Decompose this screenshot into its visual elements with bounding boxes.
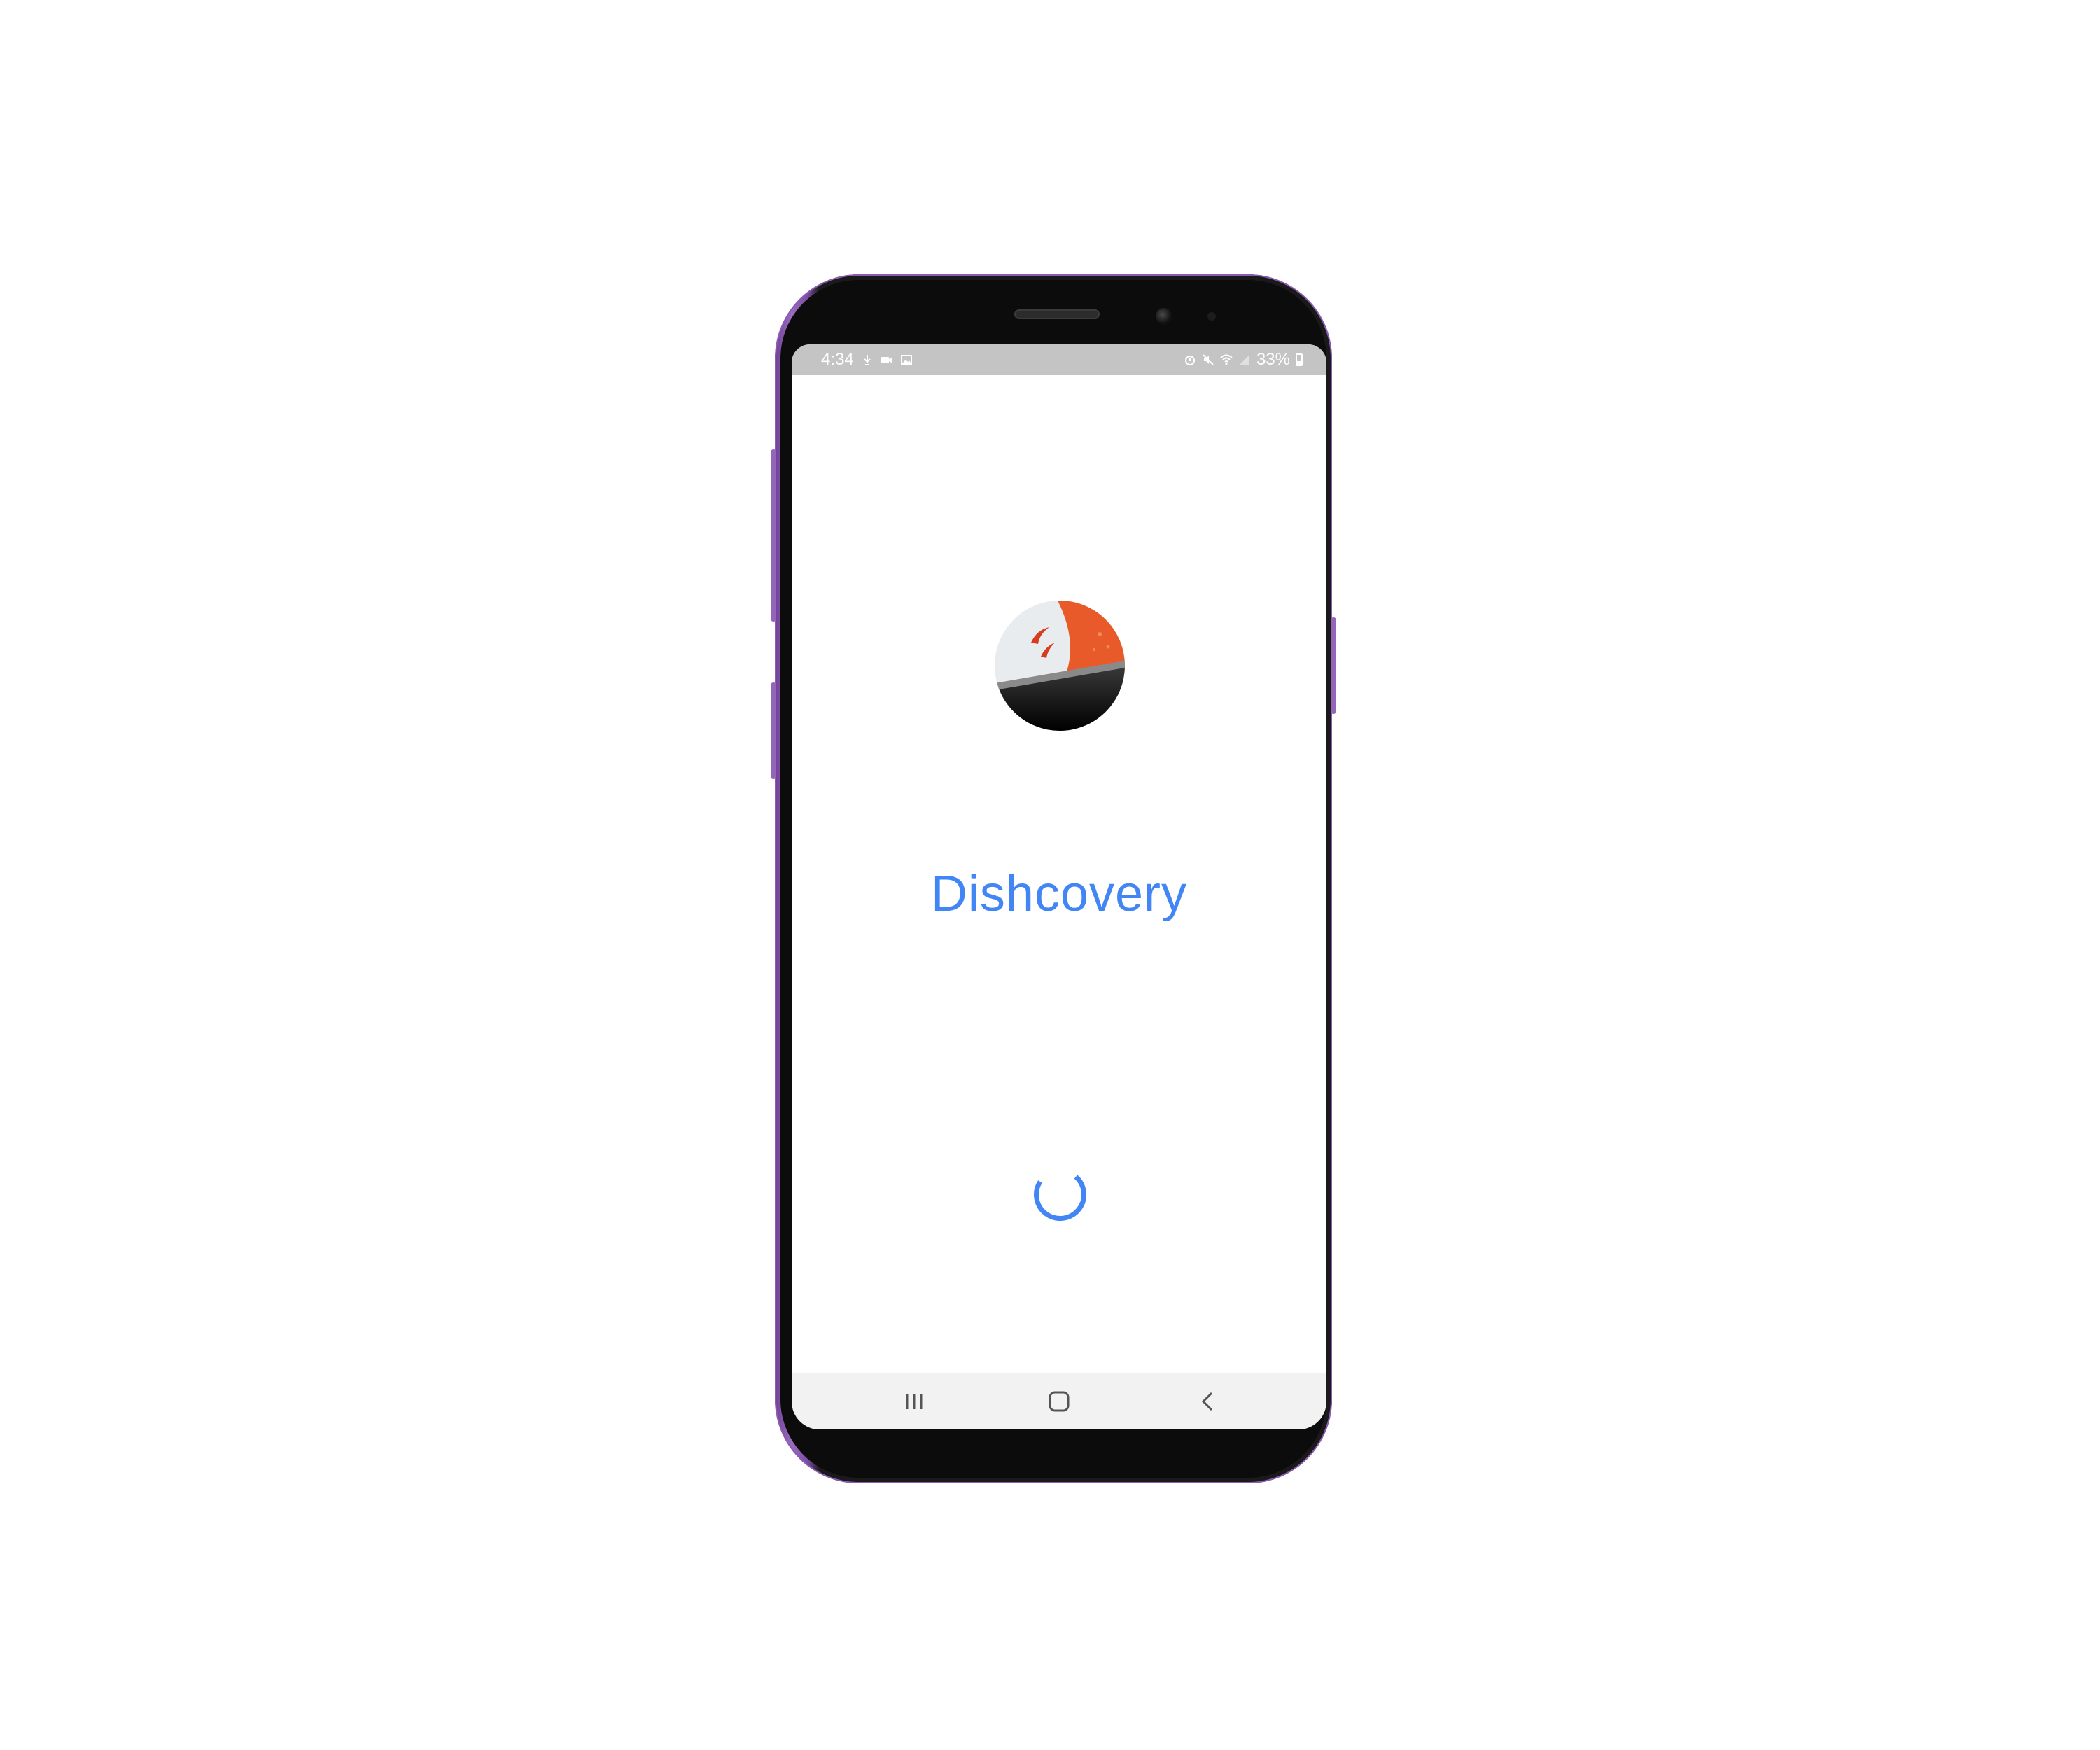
stage: 4:34 33% Dishcovery — [0, 0, 2100, 1750]
power-button — [1331, 617, 1336, 714]
battery-icon — [1296, 354, 1303, 366]
app-title: Dishcovery — [930, 866, 1188, 922]
alarm-icon — [1184, 354, 1196, 366]
volume-button — [771, 449, 776, 622]
mute-icon — [1202, 354, 1214, 366]
image-icon — [900, 354, 913, 366]
back-icon[interactable] — [1192, 1386, 1223, 1417]
logo-graphic — [995, 601, 1125, 731]
spinner-icon — [1032, 1166, 1087, 1222]
screen: 4:34 33% Dishcovery — [792, 344, 1326, 1429]
status-time: 4:34 — [821, 350, 854, 369]
front-camera — [1156, 308, 1172, 325]
video-icon — [881, 354, 893, 366]
app-logo — [995, 601, 1125, 731]
battery-percent: 33% — [1256, 350, 1290, 369]
phone-frame: 4:34 33% Dishcovery — [771, 274, 1336, 1483]
earpiece-speaker — [1016, 311, 1098, 318]
home-icon[interactable] — [1044, 1386, 1074, 1417]
wifi-icon — [1220, 354, 1233, 366]
phone-bezel: 4:34 33% Dishcovery — [780, 280, 1326, 1478]
usb-debug-icon — [861, 354, 874, 366]
signal-icon — [1238, 354, 1251, 366]
status-bar: 4:34 33% — [792, 344, 1326, 375]
status-right: 33% — [1184, 350, 1303, 370]
proximity-sensor — [1208, 312, 1216, 321]
navigation-bar — [792, 1373, 1326, 1429]
recent-apps-icon[interactable] — [899, 1386, 930, 1417]
bixby-button — [771, 682, 776, 779]
status-left: 4:34 — [821, 350, 913, 370]
